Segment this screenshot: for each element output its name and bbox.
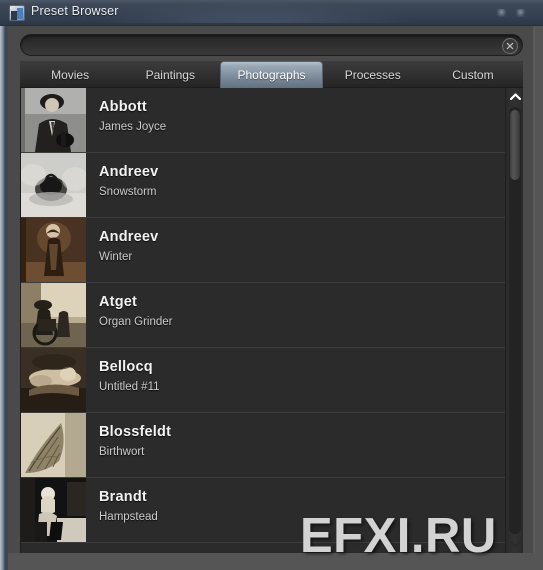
browser-panel: Movies Paintings Photographs Processes C…: [8, 26, 535, 553]
scrollbar-thumb[interactable]: [509, 109, 521, 181]
list-item-text: Bellocq Untitled #11: [99, 359, 498, 393]
search-input[interactable]: [20, 34, 523, 56]
window-footer: [8, 553, 543, 570]
title-bar[interactable]: Preset Browser: [0, 0, 543, 26]
tab-bar: Movies Paintings Photographs Processes C…: [20, 61, 523, 88]
tab-movies[interactable]: Movies: [20, 61, 120, 88]
list-item-subtitle: Winter: [99, 251, 133, 263]
list-item-subtitle: Birthwort: [99, 446, 145, 458]
list-item[interactable]: Andreev Snowstorm: [21, 153, 506, 218]
blossfeldt-birthwort-thumbnail: [21, 413, 86, 477]
list-item[interactable]: Andreev Winter: [21, 218, 506, 283]
clear-circle-icon[interactable]: [502, 38, 518, 54]
list-item-title: Bellocq: [99, 359, 153, 375]
list-item-subtitle: Untitled #11: [99, 381, 160, 393]
preset-list: Abbott James Joyce Andreev Snowstorm And…: [20, 88, 523, 553]
andreev-snowstorm-thumbnail: [21, 153, 86, 217]
bellocq-untitled-11-thumbnail: [21, 348, 86, 412]
list-item-title: Andreev: [99, 229, 159, 245]
title-bar-sheen: [90, 1, 420, 23]
list-item-title: Abbott: [99, 99, 147, 115]
tab-paintings[interactable]: Paintings: [120, 61, 220, 88]
list-item[interactable]: Bellocq Untitled #11: [21, 348, 506, 413]
picture-icon: [9, 5, 25, 21]
list-item-title: Andreev: [99, 164, 159, 180]
list-item-subtitle: James Joyce: [99, 121, 167, 133]
list-item-text: Andreev Snowstorm: [99, 164, 498, 198]
list-item-title: Brandt: [99, 489, 147, 505]
preset-browser-window: Preset Browser Movies Paintings Photogra…: [0, 0, 543, 570]
abbott-james-joyce-thumbnail: [21, 88, 86, 152]
tab-photographs[interactable]: Photographs: [220, 61, 323, 88]
list-item-text: Brandt Hampstead: [99, 489, 498, 523]
preset-list-items: Abbott James Joyce Andreev Snowstorm And…: [21, 88, 506, 543]
chevron-up-icon[interactable]: [506, 88, 524, 105]
list-item[interactable]: Blossfeldt Birthwort: [21, 413, 506, 478]
chevron-down-icon[interactable]: [506, 536, 524, 553]
list-scrollbar[interactable]: [505, 88, 523, 553]
list-item-subtitle: Hampstead: [99, 511, 158, 523]
andreev-winter-thumbnail: [21, 218, 86, 282]
list-item-subtitle: Snowstorm: [99, 186, 157, 198]
list-item[interactable]: Atget Organ Grinder: [21, 283, 506, 348]
tab-processes[interactable]: Processes: [323, 61, 423, 88]
list-item-text: Abbott James Joyce: [99, 99, 498, 133]
list-item[interactable]: Brandt Hampstead: [21, 478, 506, 543]
list-item-title: Atget: [99, 294, 138, 310]
list-item-subtitle: Organ Grinder: [99, 316, 173, 328]
tab-custom[interactable]: Custom: [423, 61, 523, 88]
window-title: Preset Browser: [31, 4, 119, 18]
minimize-button[interactable]: [497, 9, 506, 17]
list-item[interactable]: Abbott James Joyce: [21, 88, 506, 153]
list-item-text: Blossfeldt Birthwort: [99, 424, 498, 458]
atget-organ-grinder-thumbnail: [21, 283, 86, 347]
picture-icon-blue-shape: [17, 8, 23, 19]
panel-inner: Movies Paintings Photographs Processes C…: [20, 34, 523, 553]
maximize-button[interactable]: [516, 9, 525, 17]
list-item-text: Andreev Winter: [99, 229, 498, 263]
search-row: [20, 34, 523, 56]
list-item-title: Blossfeldt: [99, 424, 172, 440]
brandt-hampstead-thumbnail: [21, 478, 86, 542]
list-item-text: Atget Organ Grinder: [99, 294, 498, 328]
